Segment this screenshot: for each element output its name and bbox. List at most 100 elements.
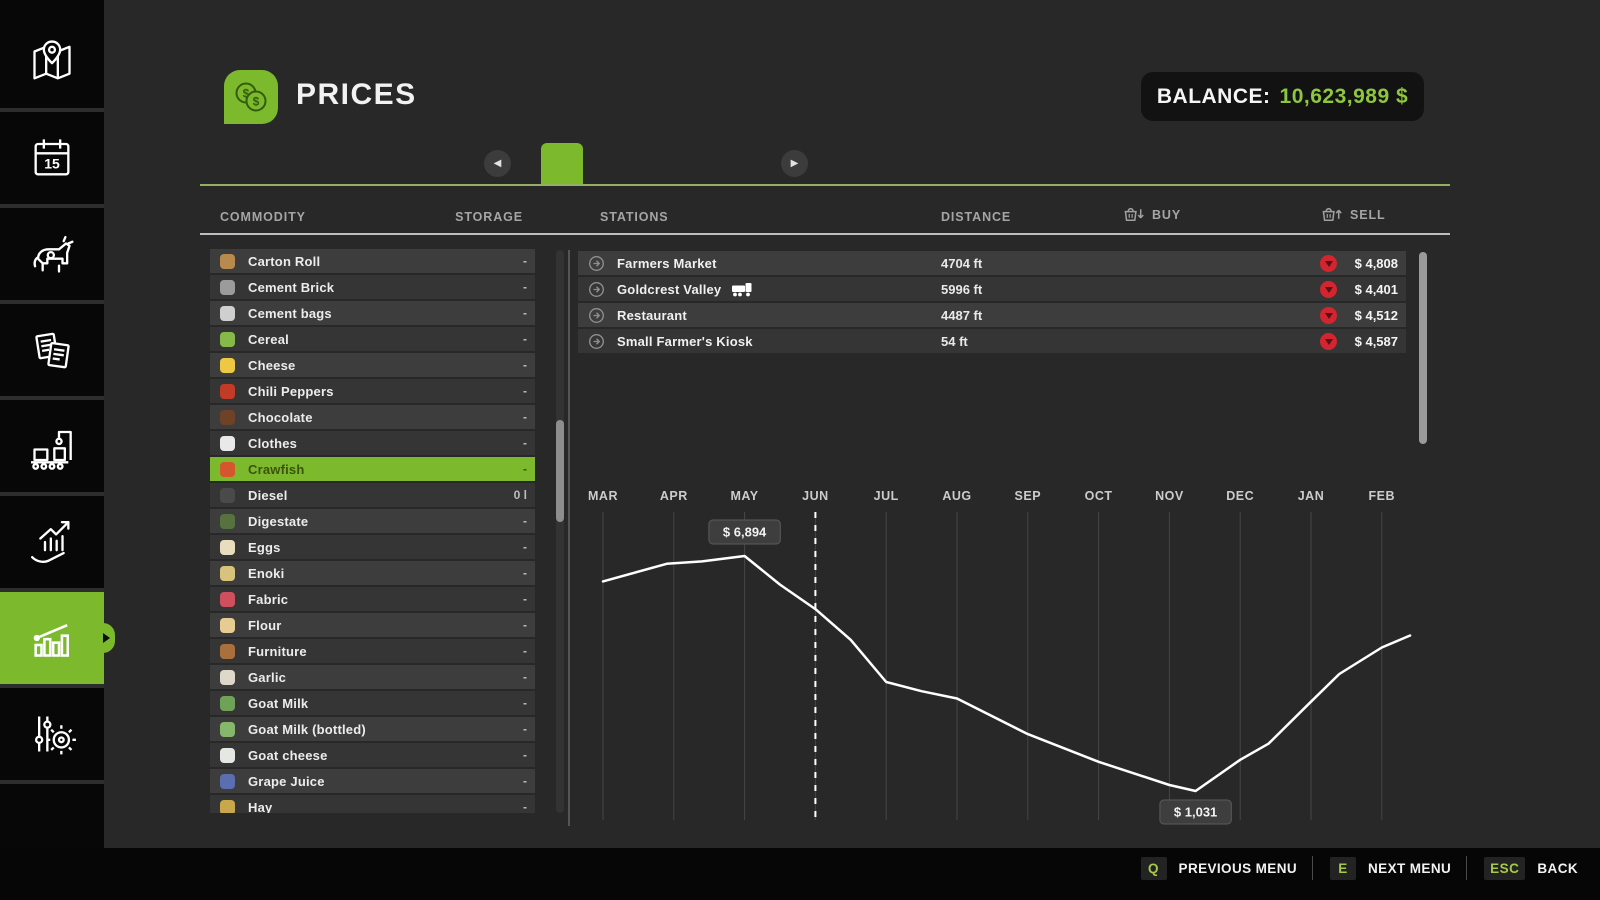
tab[interactable] [583,143,625,184]
commodity-row[interactable]: Digestate - [210,509,535,533]
commodity-name: Cereal [248,332,523,347]
tabs-next-arrow-icon[interactable]: ▶ [781,150,808,177]
chart-month-label: OCT [1085,489,1113,503]
commodity-storage-value: - [523,514,527,528]
sidebar-item-production[interactable] [0,400,104,496]
sidebar-item-animals[interactable] [0,208,104,304]
statistics-icon [24,610,80,666]
chart-month-label: JAN [1298,489,1325,503]
commodity-row[interactable]: Carton Roll - [210,249,535,273]
tab-underline [200,184,1450,186]
commodity-name: Eggs [248,540,523,555]
commodity-row[interactable]: Goat Milk - [210,691,535,715]
sidebar-item-settings[interactable] [0,688,104,784]
station-row[interactable]: Restaurant 4487 ft $ 4,512 [578,303,1406,327]
tab[interactable] [541,143,583,184]
commodity-icon [220,566,235,581]
sidebar-item-contracts[interactable] [0,304,104,400]
stations-list: Farmers Market 4704 ft $ 4,808 Goldcrest… [578,251,1406,355]
commodity-name: Cheese [248,358,523,373]
commodity-icon [220,358,235,373]
tabs-prev-arrow-icon[interactable]: ◀ [484,150,511,177]
station-row[interactable]: Goldcrest Valley 5996 ft $ 4,401 [578,277,1406,301]
station-sell-group: $ 4,808 [1320,255,1398,272]
footer-key-hint[interactable]: E NEXT MENU [1312,856,1451,880]
commodity-row[interactable]: Fabric - [210,587,535,611]
commodity-row[interactable]: Chili Peppers - [210,379,535,403]
station-row[interactable]: Farmers Market 4704 ft $ 4,808 [578,251,1406,275]
commodity-icon [220,800,235,814]
commodity-row[interactable]: Crawfish - [210,457,535,481]
commodity-name: Cement bags [248,306,523,321]
goto-station-icon [588,307,605,324]
commodity-row[interactable]: Chocolate - [210,405,535,429]
price-trend-down-icon [1320,333,1337,350]
station-sell-group: $ 4,512 [1320,307,1398,324]
svg-text:$: $ [253,95,260,109]
commodity-row[interactable]: Diesel 0 l [210,483,535,507]
chart-month-label: SEP [1015,489,1042,503]
production-icon [24,418,80,474]
commodity-name: Clothes [248,436,523,451]
commodity-name: Flour [248,618,523,633]
buy-basket-icon [1124,206,1145,224]
commodity-icon [220,462,235,477]
sidebar-item-calendar[interactable]: 15 [0,112,104,208]
key-chip: E [1330,857,1356,880]
tab[interactable] [709,143,751,184]
commodity-row[interactable]: Clothes - [210,431,535,455]
station-row[interactable]: Small Farmer's Kiosk 54 ft $ 4,587 [578,329,1406,353]
footer-key-hint[interactable]: Q PREVIOUS MENU [1141,856,1297,880]
station-distance: 4487 ft [941,308,982,323]
tab[interactable] [625,143,667,184]
station-name: Goldcrest Valley [617,282,721,297]
commodity-icon [220,748,235,763]
coins-icon: $ $ [233,79,269,115]
commodity-row[interactable]: Hay - [210,795,535,813]
commodity-name: Furniture [248,644,523,659]
commodity-icon [220,514,235,529]
station-distance: 54 ft [941,334,968,349]
sidebar-item-map[interactable] [0,16,104,112]
commodity-storage-value: - [523,618,527,632]
commodity-row[interactable]: Eggs - [210,535,535,559]
commodity-row[interactable]: Cheese - [210,353,535,377]
commodity-icon [220,592,235,607]
commodity-row[interactable]: Enoki - [210,561,535,585]
commodity-name: Garlic [248,670,523,685]
commodity-row[interactable]: Grape Juice - [210,769,535,793]
commodity-row[interactable]: Goat Milk (bottled) - [210,717,535,741]
stations-scrollbar-thumb[interactable] [1419,252,1427,444]
commodity-row[interactable]: Cement Brick - [210,275,535,299]
sidebar-item-finances[interactable] [0,496,104,592]
commodity-icon [220,332,235,347]
station-distance: 4704 ft [941,256,982,271]
tab[interactable] [667,143,709,184]
commodity-row[interactable]: Flour - [210,613,535,637]
column-header-commodity: COMMODITY [220,210,306,224]
commodity-storage-value: - [523,696,527,710]
commodity-storage-value: - [523,384,527,398]
commodity-name: Diesel [248,488,514,503]
commodity-row[interactable]: Garlic - [210,665,535,689]
chart-month-label: NOV [1155,489,1184,503]
commodity-storage-value: - [523,774,527,788]
chart-month-label: MAR [588,489,618,503]
svg-text:15: 15 [44,156,60,172]
station-name: Small Farmer's Kiosk [617,334,753,349]
sidebar-item-statistics[interactable] [0,592,104,688]
balance-value: 10,623,989 $ [1280,85,1409,109]
commodity-row[interactable]: Goat cheese - [210,743,535,767]
chart-month-label: JUN [802,489,829,503]
commodity-row[interactable]: Furniture - [210,639,535,663]
commodity-row[interactable]: Cereal - [210,327,535,351]
key-action-label: NEXT MENU [1368,861,1451,876]
page-title: PRICES [296,78,417,112]
finances-icon [24,514,80,570]
commodity-icon [220,670,235,685]
commodity-storage-value: - [523,306,527,320]
commodity-icon [220,280,235,295]
commodity-row[interactable]: Cement bags - [210,301,535,325]
column-header-sell: SELL [1322,206,1386,224]
footer-key-hint[interactable]: ESC BACK [1466,856,1578,880]
